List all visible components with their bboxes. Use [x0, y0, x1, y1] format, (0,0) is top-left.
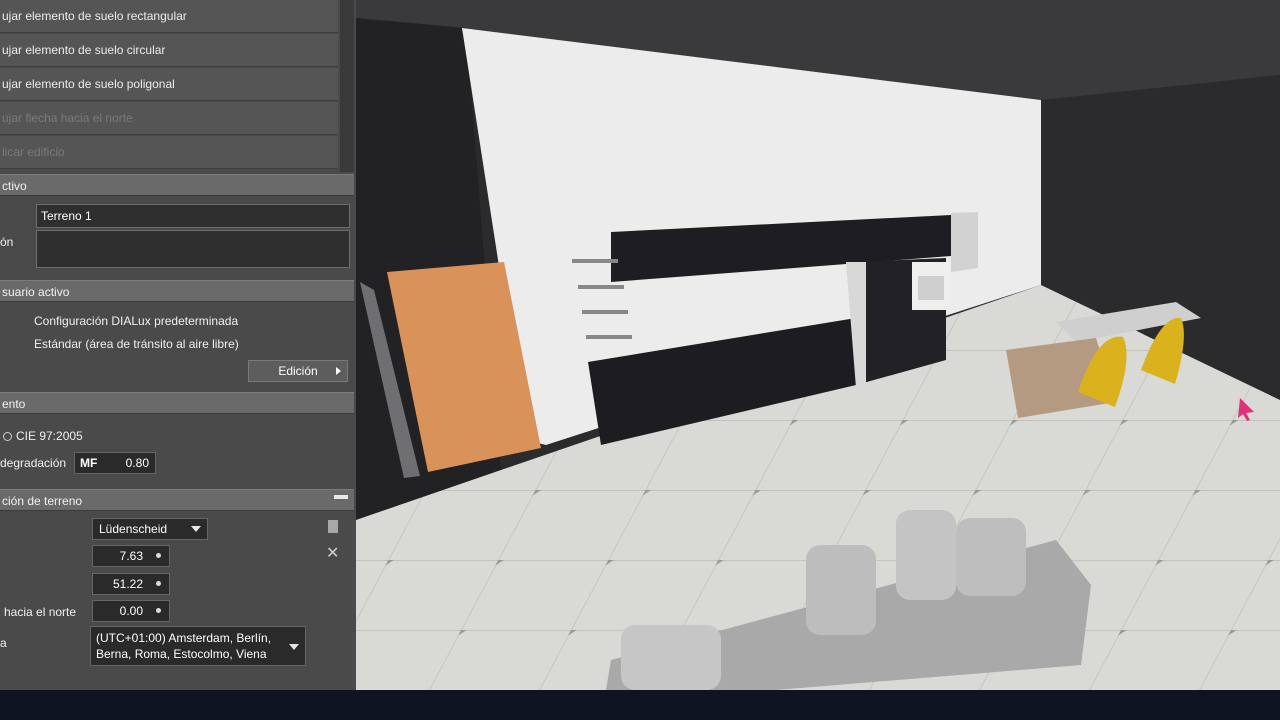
longitude-value: 7.63: [119, 549, 143, 563]
profile-config-text: Configuración DIALux predeterminada: [34, 314, 239, 328]
shelf: [572, 259, 618, 263]
city-value: Lüdenscheid: [99, 522, 168, 536]
3d-scene: [356, 0, 1280, 690]
shelf: [582, 310, 628, 314]
section-header-maintenance[interactable]: ento: [0, 392, 354, 414]
section-header-active-object[interactable]: ctivo: [0, 174, 354, 196]
north-label: hacia el norte: [4, 605, 77, 619]
menu-item-label: licar edificio: [2, 145, 65, 159]
menu-item-rectangular-floor[interactable]: ujar elemento de suelo rectangular: [0, 0, 338, 33]
menu-item-polygonal-floor[interactable]: ujar elemento de suelo poligonal: [0, 68, 338, 101]
timezone-line2: Berna, Roma, Estocolmo, Viena: [96, 647, 267, 661]
play-arrow-icon: [336, 367, 341, 375]
description-label: ón: [0, 235, 14, 249]
menu-item-label: ujar elemento de suelo circular: [2, 43, 166, 57]
cushion: [806, 545, 876, 635]
menu-item-label: ujar flecha hacia el norte: [2, 111, 133, 125]
cushion: [896, 510, 956, 600]
menu-item-label: ujar elemento de suelo poligonal: [2, 77, 175, 91]
edit-button-label: Edición: [278, 364, 318, 378]
north-value: 0.00: [119, 604, 143, 618]
section-header-terrain-location[interactable]: ción de terreno: [0, 489, 354, 511]
section-title: ento: [2, 397, 26, 411]
section-title: ción de terreno: [2, 494, 83, 508]
mf-field[interactable]: MF 0.80: [74, 452, 156, 474]
latitude-value: 51.22: [112, 577, 143, 591]
pin-icon[interactable]: [334, 495, 348, 499]
north-field[interactable]: 0.00: [92, 600, 170, 622]
spinner-dot-icon[interactable]: [156, 553, 161, 558]
degradation-label: degradación: [0, 456, 67, 470]
description-field[interactable]: [36, 230, 350, 268]
taskbar: [0, 690, 1280, 720]
shelf: [586, 335, 632, 339]
side-panel: [951, 212, 978, 272]
menu-item-north-arrow[interactable]: ujar flecha hacia el norte: [0, 102, 338, 135]
document-icon[interactable]: [328, 520, 338, 533]
mf-value: 0.80: [125, 456, 149, 470]
spinner-dot-icon[interactable]: [156, 581, 161, 586]
object-name-field[interactable]: Terreno 1: [36, 204, 350, 228]
shelf: [578, 285, 624, 289]
mf-label: MF: [80, 456, 98, 470]
timezone-select[interactable]: (UTC+01:00) Amsterdam, Berlín, Berna, Ro…: [90, 626, 306, 666]
section-title: ctivo: [2, 179, 27, 193]
menu-item-place-building[interactable]: licar edificio: [0, 136, 338, 169]
radio-icon[interactable]: [3, 432, 12, 441]
section-header-user-profile[interactable]: suario activo: [0, 280, 354, 302]
menu-scrollbar[interactable]: [340, 0, 354, 172]
edit-button[interactable]: Edición: [248, 360, 348, 382]
close-icon[interactable]: ✕: [326, 543, 339, 563]
menu-item-label: ujar elemento de suelo rectangular: [2, 9, 187, 23]
timezone-line1: (UTC+01:00) Amsterdam, Berlín,: [96, 631, 272, 645]
dropdown-caret-icon: [191, 526, 201, 532]
city-select[interactable]: Lüdenscheid: [92, 518, 208, 540]
spinner-dot-icon[interactable]: [156, 608, 161, 613]
timezone-label: a: [0, 636, 7, 650]
latitude-field[interactable]: 51.22: [92, 573, 170, 595]
cushion: [956, 518, 1026, 596]
properties-panel: ujar elemento de suelo rectangular ujar …: [0, 0, 358, 690]
menu-item-circular-floor[interactable]: ujar elemento de suelo circular: [0, 34, 338, 67]
dropdown-caret-icon: [289, 644, 299, 650]
longitude-field[interactable]: 7.63: [92, 545, 170, 567]
cushion: [621, 625, 721, 690]
section-title: suario activo: [2, 285, 70, 299]
object-name-value: Terreno 1: [41, 209, 92, 223]
oven-window: [918, 276, 944, 300]
profile-standard-text: Estándar (área de tránsito al aire libre…: [34, 337, 239, 351]
3d-viewport[interactable]: [356, 0, 1280, 690]
maintenance-standard-text: CIE 97:2005: [16, 429, 83, 443]
